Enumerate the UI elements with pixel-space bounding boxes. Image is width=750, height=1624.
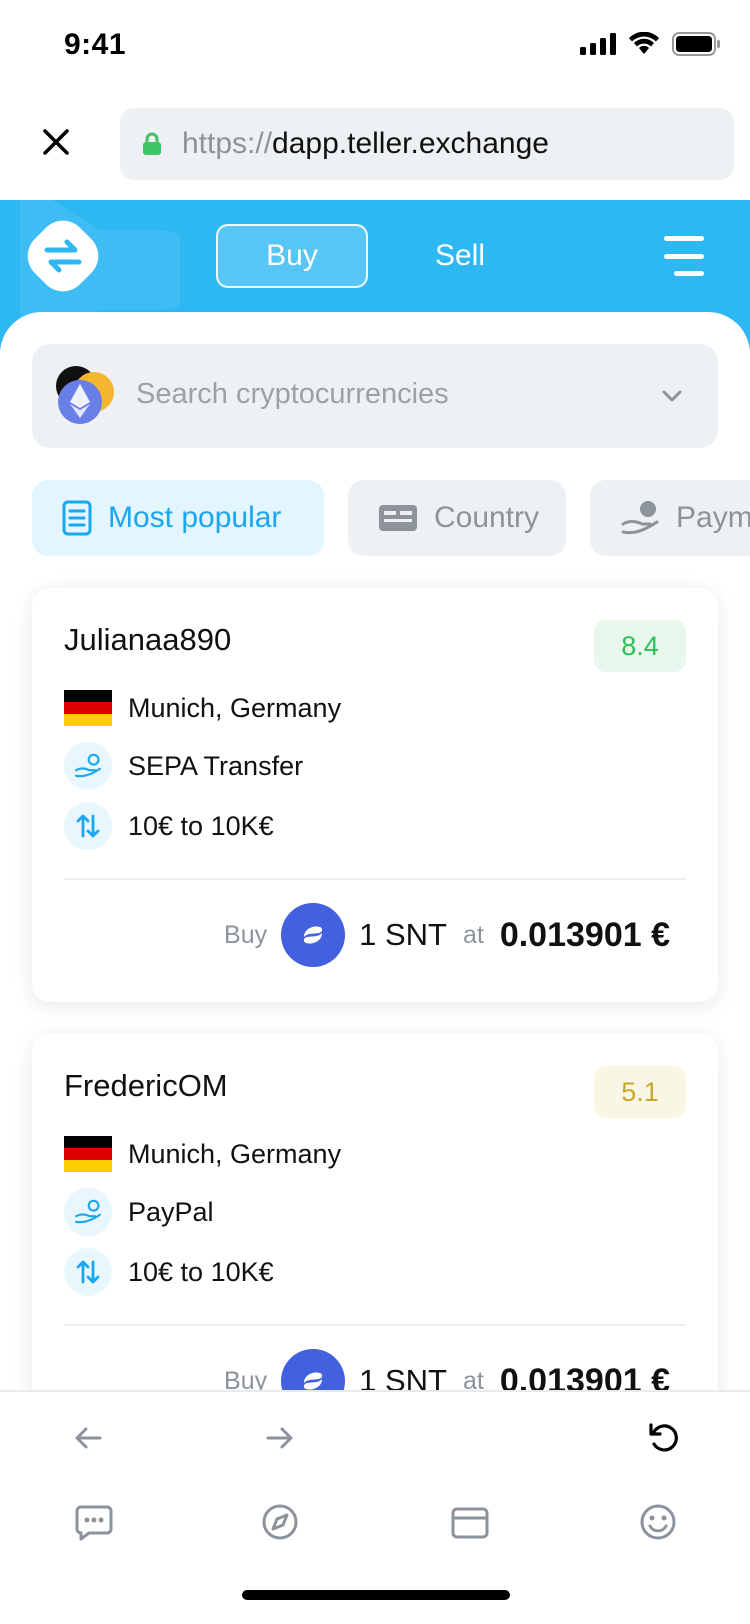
swap-arrows-icon (44, 239, 82, 273)
location-text: Munich, Germany (128, 1138, 342, 1169)
tab-browser[interactable] (258, 1500, 302, 1544)
filter-country[interactable]: Country (348, 480, 566, 556)
status-bar: 9:41 (0, 0, 750, 92)
chat-icon (75, 1505, 113, 1541)
filter-label: Paym (676, 501, 750, 534)
main-content: Search cryptocurrencies Most popular Cou… (0, 312, 750, 1392)
limits-text: 10€ to 10K€ (128, 810, 274, 841)
menu-icon-line (664, 236, 704, 241)
chevron-down-icon (662, 390, 682, 402)
tab-wallet[interactable] (448, 1500, 492, 1544)
reload-button[interactable] (642, 1416, 686, 1460)
bottom-tab-bar (0, 1486, 750, 1624)
document-list-icon (62, 500, 92, 536)
search-placeholder: Search cryptocurrencies (136, 378, 449, 410)
reload-icon (649, 1423, 678, 1452)
menu-button[interactable] (660, 236, 704, 276)
filter-chips: Most popular Country Paym (32, 480, 750, 556)
compass-icon (262, 1504, 298, 1540)
lock-icon (142, 132, 162, 156)
close-button[interactable] (36, 122, 76, 162)
crypto-coins-icon (56, 366, 114, 424)
trade-summary: Buy 1 SNT at 0.013901 € (224, 1348, 670, 1392)
location-text: Munich, Germany (128, 692, 342, 723)
trade-price: 0.013901 € (499, 915, 670, 954)
seller-name: Julianaa890 (64, 622, 232, 657)
germany-flag-icon (64, 1130, 112, 1178)
browser-nav-bar (0, 1390, 750, 1484)
home-indicator (242, 1590, 510, 1600)
trade-action-label: Buy (224, 1366, 268, 1393)
url-prefix: https:// (182, 127, 273, 160)
status-icons (580, 32, 720, 56)
payment-hand-icon (620, 500, 660, 536)
url-domain: dapp.teller.exchange (272, 127, 549, 160)
wifi-icon (629, 32, 659, 54)
status-time: 9:41 (64, 28, 127, 61)
trade-amount: 1 SNT (359, 917, 447, 952)
forward-button[interactable] (258, 1416, 302, 1460)
trade-action-label: Buy (224, 920, 268, 949)
tab-buy[interactable]: Buy (216, 224, 368, 288)
filter-label: Most popular (108, 501, 282, 534)
rating-badge: 5.1 (594, 1066, 686, 1118)
location-row: Munich, Germany (64, 1130, 341, 1178)
menu-icon-line (674, 271, 704, 276)
snt-token-icon (281, 903, 346, 967)
url-bar[interactable]: https://dapp.teller.exchange (120, 108, 734, 180)
filter-payment[interactable]: Paym (590, 480, 750, 556)
signal-icon (580, 33, 616, 55)
filter-most-popular[interactable]: Most popular (32, 480, 324, 556)
trade-price: 0.013901 € (499, 1361, 670, 1393)
limits-row: 10€ to 10K€ (64, 1248, 274, 1296)
trade-at-label: at (462, 1366, 484, 1393)
limits-text: 10€ to 10K€ (128, 1256, 274, 1287)
battery-icon (672, 32, 720, 56)
snt-token-icon (281, 1349, 346, 1392)
payment-hand-icon (64, 1188, 112, 1236)
url-text: https://dapp.teller.exchange (182, 127, 549, 161)
trade-summary: Buy 1 SNT at 0.013901 € (224, 902, 670, 968)
rating-badge: 8.4 (594, 620, 686, 672)
id-card-icon (378, 504, 418, 532)
offer-card[interactable]: Julianaa890 8.4 Munich, Germany SEPA Tra… (32, 588, 718, 1002)
germany-flag-icon (64, 684, 112, 732)
menu-icon-line (664, 253, 704, 259)
seller-name: FredericOM (64, 1068, 228, 1103)
limits-row: 10€ to 10K€ (64, 802, 274, 850)
filter-label: Country (434, 501, 540, 534)
divider (64, 1324, 686, 1326)
back-button[interactable] (66, 1416, 110, 1460)
trade-amount: 1 SNT (359, 1363, 447, 1392)
up-down-arrows-icon (64, 802, 112, 850)
close-icon (43, 129, 69, 155)
offer-card[interactable]: FredericOM 5.1 Munich, Germany PayPal 10… (32, 1034, 718, 1392)
payment-hand-icon (64, 742, 112, 790)
up-down-arrows-icon (64, 1248, 112, 1296)
trade-at-label: at (462, 920, 484, 949)
payment-method-row: SEPA Transfer (64, 742, 303, 790)
profile-icon (640, 1504, 676, 1540)
payment-method-text: SEPA Transfer (128, 750, 304, 781)
payment-method-row: PayPal (64, 1188, 214, 1236)
back-arrow-icon (75, 1427, 102, 1449)
divider (64, 878, 686, 880)
wallet-icon (451, 1507, 489, 1539)
payment-method-text: PayPal (128, 1196, 214, 1227)
tab-chat[interactable] (72, 1500, 116, 1544)
forward-arrow-icon (266, 1427, 293, 1449)
crypto-search-select[interactable]: Search cryptocurrencies (32, 344, 718, 448)
tab-sell[interactable]: Sell (400, 224, 520, 288)
location-row: Munich, Germany (64, 684, 341, 732)
browser-url-row: https://dapp.teller.exchange (0, 100, 750, 190)
tab-profile[interactable] (636, 1500, 680, 1544)
